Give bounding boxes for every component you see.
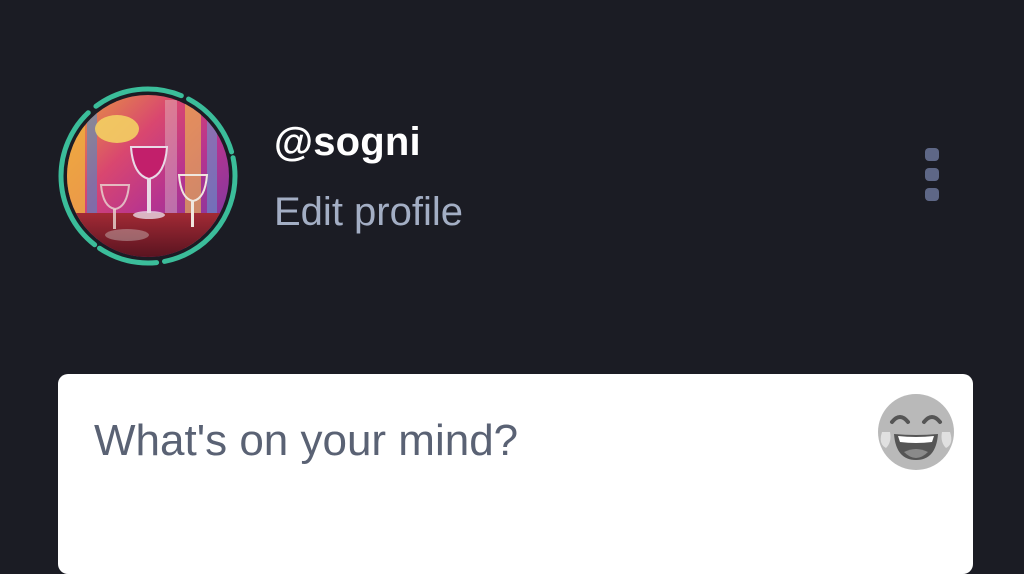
composer-placeholder: What's on your mind?	[94, 416, 519, 465]
laughing-emoji-icon	[878, 394, 954, 470]
profile-header: @sogni Edit profile	[0, 0, 1024, 340]
avatar[interactable]	[56, 84, 240, 268]
more-options-button[interactable]	[916, 144, 948, 206]
username: @sogni	[274, 120, 421, 164]
avatar-image	[67, 95, 229, 257]
emoji-button[interactable]	[876, 392, 956, 472]
edit-profile-link[interactable]: Edit profile	[274, 190, 463, 235]
post-composer[interactable]: What's on your mind?	[58, 374, 973, 574]
